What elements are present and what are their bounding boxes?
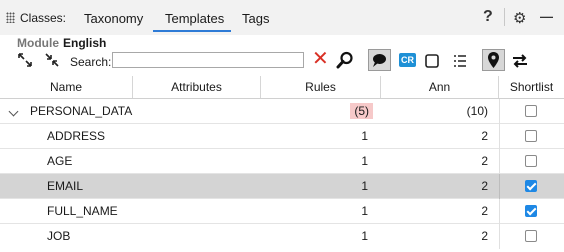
row-name: AGE	[47, 154, 73, 168]
active-tab-indicator	[153, 30, 231, 32]
location-pin-icon	[488, 52, 499, 68]
gear-icon[interactable]: ⚙	[513, 9, 526, 27]
table-row[interactable]: FULL_NAME 1 2	[0, 199, 564, 224]
comment-filter-button[interactable]	[368, 49, 391, 71]
table-row[interactable]: JOB 1 2	[0, 224, 564, 249]
module-value: English	[63, 36, 107, 50]
column-header-rules[interactable]: Rules	[261, 76, 381, 98]
row-name: ADDRESS	[47, 129, 106, 143]
cr-icon[interactable]: CR	[399, 53, 416, 67]
location-filter-button[interactable]	[482, 49, 505, 71]
search-icon[interactable]	[336, 51, 354, 69]
search-input[interactable]	[112, 52, 304, 68]
row-ann: 2	[481, 129, 488, 143]
header-divider	[504, 8, 505, 26]
row-name: FULL_NAME	[47, 204, 118, 218]
expand-all-icon[interactable]	[17, 52, 33, 68]
column-header-attributes[interactable]: Attributes	[133, 76, 261, 98]
classes-label: Classes:	[20, 11, 67, 25]
drag-grip-icon[interactable]	[6, 12, 15, 23]
expand-chevron-icon[interactable]	[8, 106, 19, 117]
help-icon[interactable]: ?	[483, 8, 493, 26]
table-header: Name Attributes Rules Ann Shortlist	[0, 76, 564, 99]
table-row-selected[interactable]: EMAIL 1 2	[0, 174, 564, 199]
collapse-all-icon[interactable]	[44, 52, 60, 68]
checkbox-toggle-icon[interactable]	[424, 53, 440, 69]
swap-icon[interactable]	[511, 52, 529, 70]
table-row[interactable]: ADDRESS 1 2	[0, 124, 564, 149]
comment-icon	[373, 54, 386, 67]
tab-templates[interactable]: Templates	[165, 11, 224, 26]
shortlist-checkbox[interactable]	[525, 130, 537, 142]
row-ann: 2	[481, 179, 488, 193]
group-row[interactable]: PERSONAL_DATA (5) (10)	[0, 99, 564, 124]
shortlist-checkbox-checked[interactable]	[525, 180, 537, 192]
panel-header: Classes: Taxonomy Templates Tags ? ⚙ —	[0, 0, 564, 35]
table-row[interactable]: AGE 1 2	[0, 149, 564, 174]
row-rules: 1	[361, 129, 368, 143]
group-rules: (5)	[261, 99, 373, 124]
row-name: JOB	[47, 229, 71, 243]
group-name: PERSONAL_DATA	[30, 104, 133, 118]
row-rules: 1	[361, 229, 368, 243]
shortlist-checkbox[interactable]	[525, 155, 537, 167]
list-icon[interactable]	[452, 53, 468, 69]
row-ann: 2	[481, 229, 488, 243]
row-ann: 2	[481, 204, 488, 218]
minimize-icon[interactable]: —	[540, 9, 553, 24]
shortlist-checkbox-checked[interactable]	[525, 205, 537, 217]
row-rules: 1	[361, 179, 368, 193]
clear-search-icon[interactable]: ✕	[312, 49, 329, 69]
column-header-ann[interactable]: Ann	[381, 76, 499, 98]
search-label: Search:	[70, 55, 112, 69]
column-header-name[interactable]: Name	[0, 76, 133, 98]
shortlist-checkbox[interactable]	[525, 230, 537, 242]
group-ann: (10)	[466, 104, 488, 118]
row-rules: 1	[361, 204, 368, 218]
row-name: EMAIL	[47, 179, 84, 193]
row-ann: 2	[481, 154, 488, 168]
shortlist-checkbox[interactable]	[525, 105, 537, 117]
module-label: Module	[17, 36, 59, 50]
tab-tags[interactable]: Tags	[242, 11, 269, 26]
module-indicator: Module English	[17, 36, 106, 50]
row-rules: 1	[361, 154, 368, 168]
column-header-shortlist[interactable]: Shortlist	[499, 76, 564, 98]
tab-taxonomy[interactable]: Taxonomy	[84, 11, 143, 26]
